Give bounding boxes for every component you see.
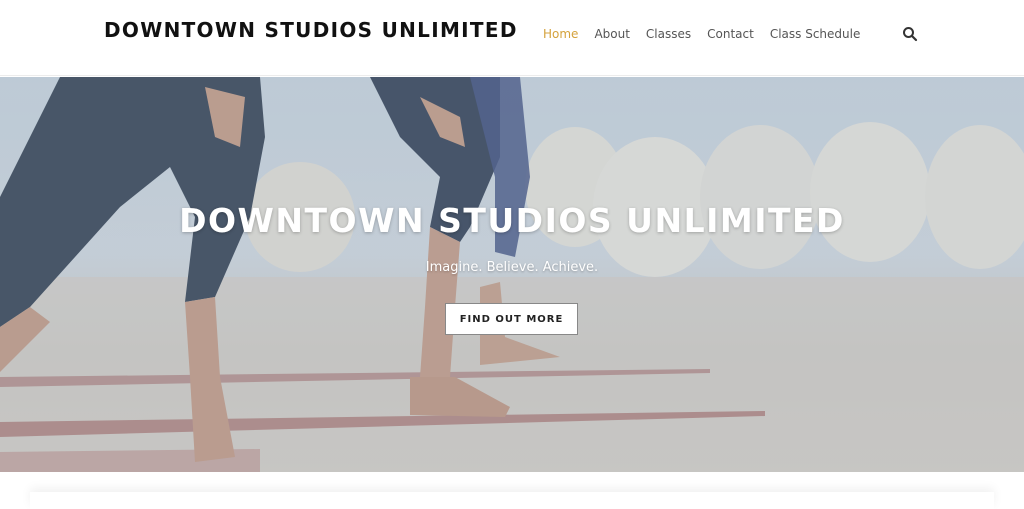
nav-item-about[interactable]: About [594, 26, 629, 42]
search-icon[interactable] [902, 26, 918, 42]
hero-banner: DOWNTOWN STUDIOS UNLIMITED Imagine. Beli… [0, 77, 1024, 472]
nav-item-class-schedule[interactable]: Class Schedule [770, 26, 861, 42]
nav-item-contact[interactable]: Contact [707, 26, 754, 42]
find-out-more-button[interactable]: FIND OUT MORE [445, 303, 578, 335]
hero-tagline: Imagine. Believe. Achieve. [425, 260, 599, 275]
main-nav: Home About Classes Contact Class Schedul… [543, 26, 876, 42]
nav-item-home[interactable]: Home [543, 26, 578, 42]
nav-item-classes[interactable]: Classes [646, 26, 691, 42]
hero-title: DOWNTOWN STUDIOS UNLIMITED [179, 201, 845, 240]
site-header: DOWNTOWN STUDIOS UNLIMITED Home About Cl… [0, 0, 1024, 76]
content-section-top [30, 492, 994, 509]
site-title-link[interactable]: DOWNTOWN STUDIOS UNLIMITED [104, 18, 518, 42]
